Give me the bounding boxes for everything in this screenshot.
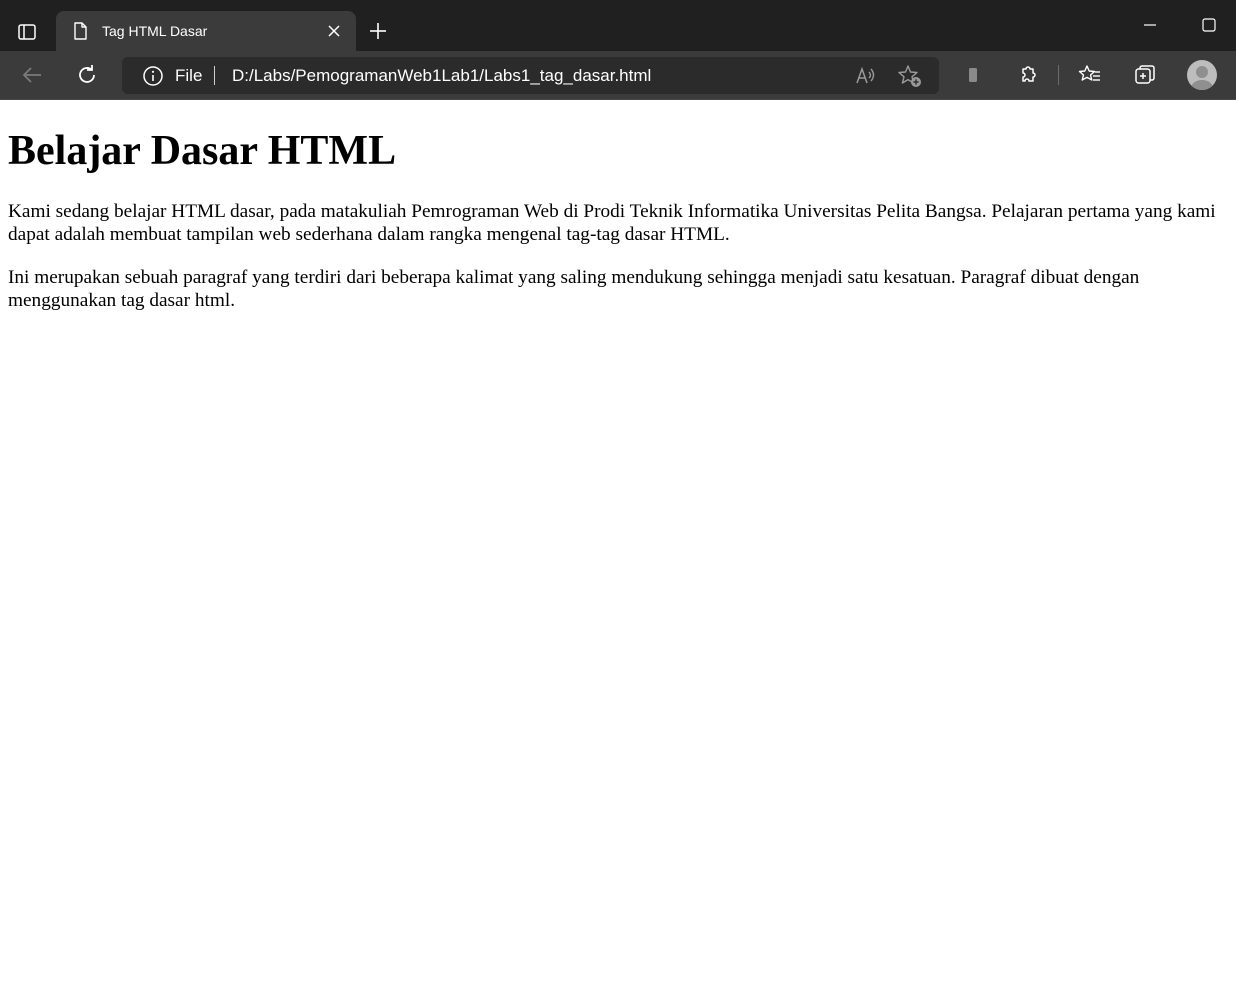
back-arrow-icon: [22, 67, 41, 83]
address-bar[interactable]: File D:/Labs/PemogramanWeb1Lab1/Labs1_ta…: [122, 57, 939, 94]
maximize-button[interactable]: [1194, 12, 1224, 38]
extensions-button[interactable]: [1011, 58, 1045, 92]
tab-active[interactable]: Tag HTML Dasar: [56, 11, 356, 51]
app-available-button[interactable]: [956, 58, 990, 92]
url-input[interactable]: D:/Labs/PemogramanWeb1Lab1/Labs1_tag_das…: [232, 65, 651, 87]
read-aloud-icon[interactable]: [853, 63, 879, 89]
info-icon[interactable]: [142, 65, 164, 87]
paragraph-1: Kami sedang belajar HTML dasar, pada mat…: [8, 201, 1216, 245]
back-button[interactable]: [15, 58, 49, 92]
page-icon: [70, 21, 90, 41]
browser-toolbar: File D:/Labs/PemogramanWeb1Lab1/Labs1_ta…: [0, 51, 1236, 100]
close-icon[interactable]: [324, 21, 344, 41]
favorites-button[interactable]: [1073, 58, 1107, 92]
puzzle-icon: [1022, 66, 1036, 82]
maximize-icon: [1202, 18, 1216, 32]
tab-title: Tag HTML Dasar: [102, 23, 208, 39]
address-separator: [214, 66, 215, 85]
toolbar-divider: [1058, 65, 1059, 85]
scheme-label[interactable]: File: [175, 65, 202, 87]
minimize-icon: [1144, 24, 1156, 26]
refresh-icon: [79, 65, 95, 83]
add-favorite-icon[interactable]: [897, 63, 923, 89]
collections-button[interactable]: [1128, 58, 1162, 92]
plus-icon: [370, 23, 386, 39]
minimize-button[interactable]: [1135, 12, 1165, 38]
tab-actions-icon[interactable]: [9, 14, 45, 50]
app-icon: [969, 68, 977, 82]
paragraph-2: Ini merupakan sebuah paragraf yang terdi…: [8, 267, 1140, 311]
refresh-button[interactable]: [70, 58, 104, 92]
browser-titlebar: Tag HTML Dasar: [0, 0, 1236, 51]
page-viewport: Belajar Dasar HTML Kami sedang belajar H…: [0, 101, 1236, 994]
favorites-icon: [1078, 65, 1100, 81]
page-heading: Belajar Dasar HTML: [8, 128, 397, 174]
collections-icon: [1135, 65, 1155, 84]
profile-avatar[interactable]: [1187, 60, 1217, 90]
new-tab-button[interactable]: [365, 18, 391, 44]
